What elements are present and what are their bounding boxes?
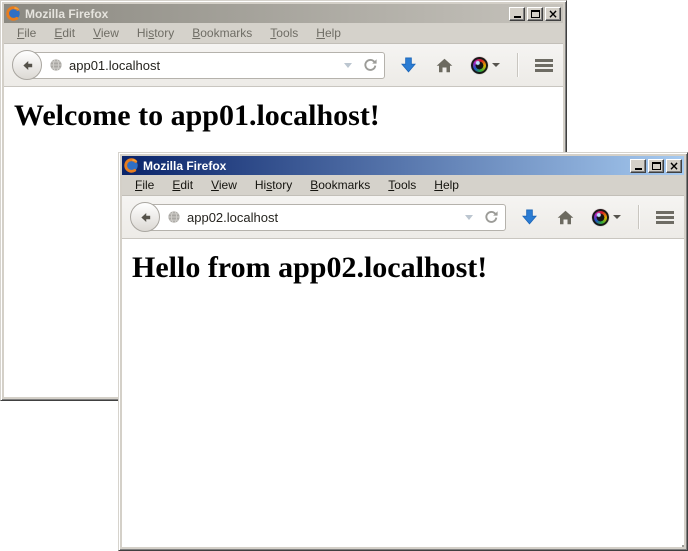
close-icon: × xyxy=(669,161,679,171)
menu-bookmarks[interactable]: Bookmarks xyxy=(301,176,379,194)
url-text[interactable]: app01.localhost xyxy=(69,58,338,73)
menu-tools[interactable]: Tools xyxy=(261,24,307,42)
titlebar[interactable]: Mozilla Firefox × xyxy=(122,156,684,175)
url-text[interactable]: app02.localhost xyxy=(187,210,459,225)
extension-button[interactable] xyxy=(471,57,500,74)
maximize-button[interactable] xyxy=(527,7,543,21)
urlbar-dropdown-icon[interactable] xyxy=(465,215,473,220)
firefox-logo-icon xyxy=(124,158,139,173)
url-bar[interactable]: app02.localhost xyxy=(145,204,506,231)
minimize-icon xyxy=(635,168,642,170)
minimize-button[interactable] xyxy=(630,159,646,173)
extension-button[interactable] xyxy=(592,209,621,226)
close-button[interactable]: × xyxy=(666,159,682,173)
close-icon: × xyxy=(548,9,558,19)
titlebar[interactable]: Mozilla Firefox × xyxy=(4,4,563,23)
color-wheel-icon xyxy=(592,209,609,226)
firefox-logo-icon xyxy=(6,6,21,21)
home-button[interactable] xyxy=(556,208,575,227)
menu-file[interactable]: File xyxy=(126,176,163,194)
maximize-icon xyxy=(652,162,661,170)
download-icon xyxy=(520,208,539,227)
home-icon xyxy=(556,208,575,227)
maximize-button[interactable] xyxy=(648,159,664,173)
menu-edit[interactable]: Edit xyxy=(45,24,84,42)
urlbar-dropdown-icon[interactable] xyxy=(344,63,352,68)
menu-help[interactable]: Help xyxy=(425,176,468,194)
toolbar-separator xyxy=(517,53,518,77)
navigation-toolbar: app01.localhost xyxy=(4,44,563,87)
navigation-toolbar: app02.localhost xyxy=(122,196,684,239)
back-button[interactable] xyxy=(12,50,42,80)
window-title: Mozilla Firefox xyxy=(143,159,626,173)
menu-file[interactable]: File xyxy=(8,24,45,42)
menu-tools[interactable]: Tools xyxy=(379,176,425,194)
page-content-app02: Hello from app02.localhost! xyxy=(122,239,684,547)
window-title: Mozilla Firefox xyxy=(25,7,505,21)
download-button[interactable] xyxy=(520,208,539,227)
menu-view[interactable]: View xyxy=(202,176,246,194)
close-button[interactable]: × xyxy=(545,7,561,21)
toolbar-separator xyxy=(638,205,639,229)
home-button[interactable] xyxy=(435,56,454,75)
menu-bar: File Edit View History Bookmarks Tools H… xyxy=(122,175,684,196)
color-wheel-icon xyxy=(471,57,488,74)
menu-bookmarks[interactable]: Bookmarks xyxy=(183,24,261,42)
home-icon xyxy=(435,56,454,75)
download-button[interactable] xyxy=(399,56,418,75)
hamburger-icon xyxy=(535,59,553,72)
desktop: Mozilla Firefox × File Edit View History… xyxy=(0,0,688,551)
menu-view[interactable]: View xyxy=(84,24,128,42)
download-icon xyxy=(399,56,418,75)
resize-grip[interactable] xyxy=(678,541,680,543)
page-heading: Welcome to app01.localhost! xyxy=(14,99,563,133)
hamburger-icon xyxy=(656,211,674,224)
menu-help[interactable]: Help xyxy=(307,24,350,42)
back-icon xyxy=(20,58,35,73)
app-menu-button[interactable] xyxy=(535,59,553,72)
back-button[interactable] xyxy=(130,202,160,232)
reload-icon[interactable] xyxy=(362,57,378,73)
globe-icon xyxy=(49,58,63,72)
menu-bar: File Edit View History Bookmarks Tools H… xyxy=(4,23,563,44)
menu-dropdown-icon xyxy=(492,63,500,67)
maximize-icon xyxy=(531,10,540,18)
app-menu-button[interactable] xyxy=(656,211,674,224)
browser-window-app02[interactable]: Mozilla Firefox × File Edit View History… xyxy=(118,152,688,551)
globe-icon xyxy=(167,210,181,224)
page-heading: Hello from app02.localhost! xyxy=(132,251,684,285)
menu-history[interactable]: History xyxy=(128,24,183,42)
minimize-button[interactable] xyxy=(509,7,525,21)
back-icon xyxy=(138,210,153,225)
menu-history[interactable]: History xyxy=(246,176,301,194)
menu-dropdown-icon xyxy=(613,215,621,219)
reload-icon[interactable] xyxy=(483,209,499,225)
menu-edit[interactable]: Edit xyxy=(163,176,202,194)
minimize-icon xyxy=(514,16,521,18)
url-bar[interactable]: app01.localhost xyxy=(27,52,385,79)
